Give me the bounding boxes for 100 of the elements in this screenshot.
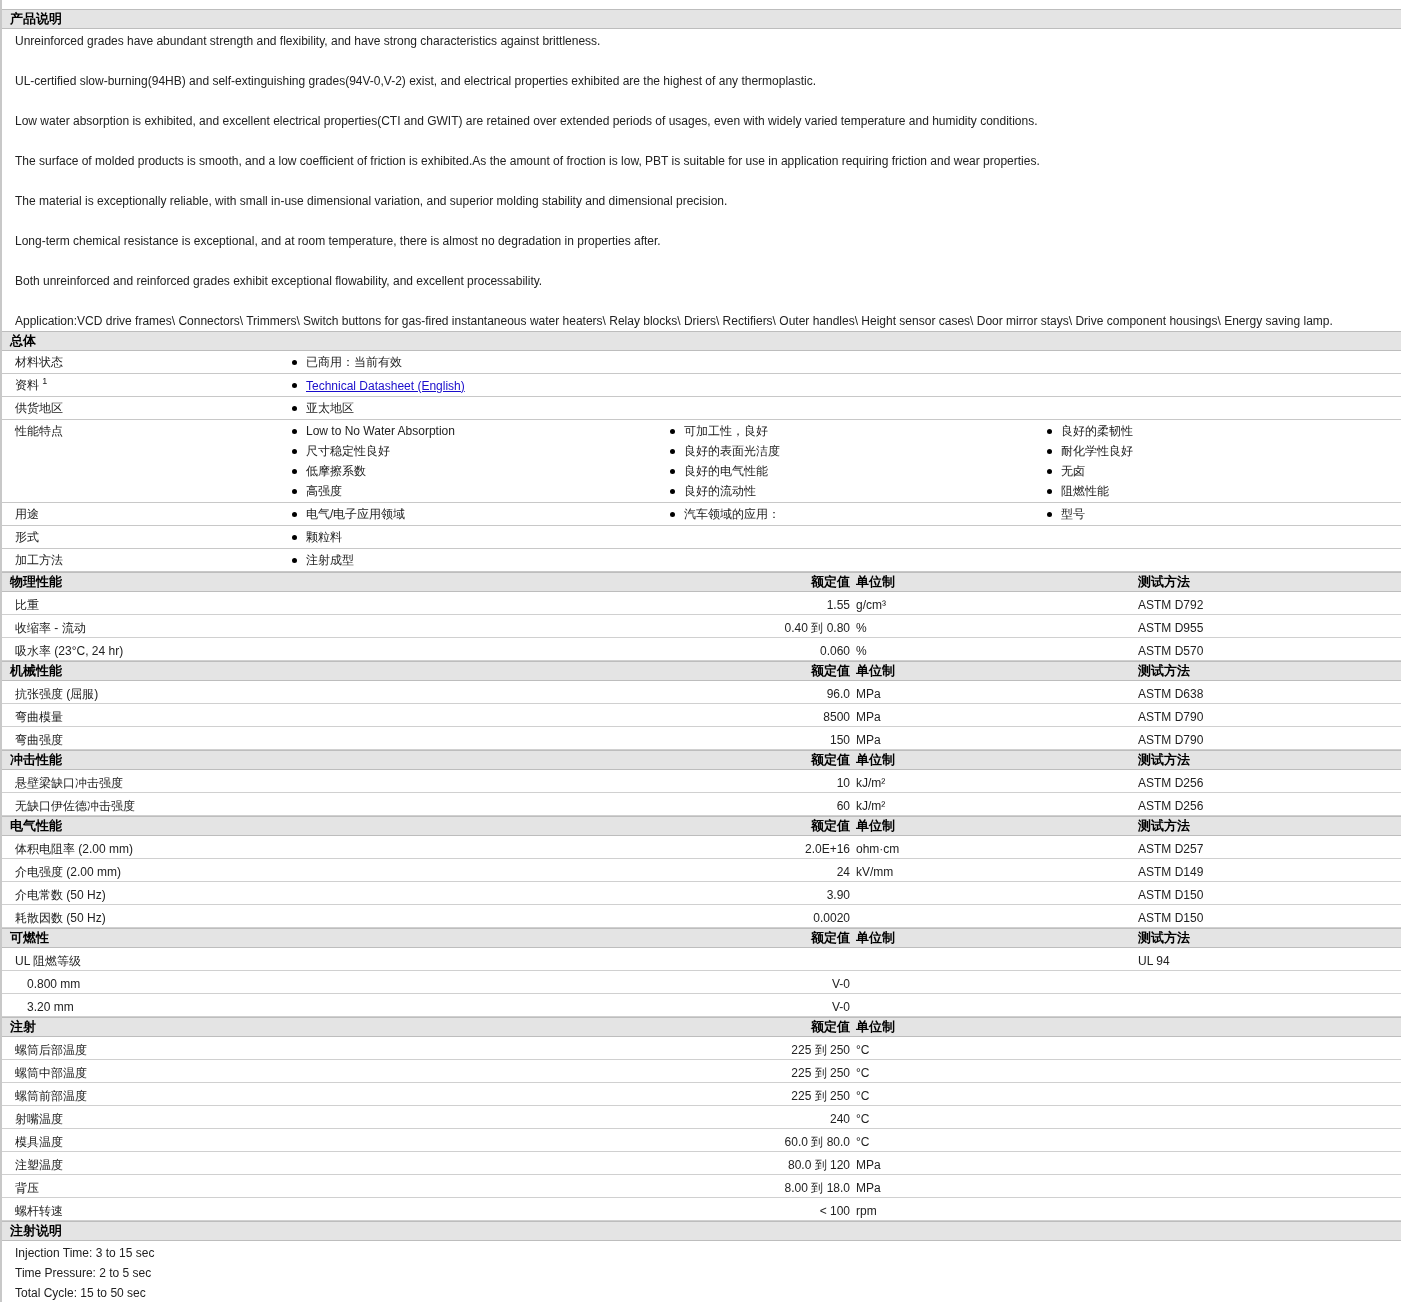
- property-value: 0.060: [819, 643, 851, 660]
- test-method: ASTM D955: [1138, 620, 1204, 637]
- description-text: Total Cycle: 15 to 50 sec: [14, 1285, 147, 1302]
- property-unit: g/cm³: [856, 597, 886, 614]
- property-unit: kJ/m²: [856, 775, 886, 792]
- bullet-icon: [292, 469, 297, 474]
- property-value: 240: [829, 1111, 851, 1128]
- feature-text: 高强度: [306, 483, 342, 500]
- property-unit: °C: [856, 1111, 870, 1128]
- test-method: ASTM D256: [1138, 775, 1204, 792]
- feature-text: 可加工性，良好: [684, 423, 768, 440]
- section-title: 注射: [10, 1018, 36, 1036]
- property-unit: MPa: [856, 1157, 881, 1174]
- column-heading: 额定值: [811, 662, 851, 680]
- section-title: 物理性能: [10, 573, 62, 591]
- property-value: 0.0020: [813, 910, 851, 927]
- column-heading: 测试方法: [1138, 817, 1190, 835]
- property-unit: °C: [856, 1088, 870, 1105]
- feature-text: 注射成型: [306, 552, 354, 569]
- property-name: 背压: [15, 1180, 39, 1197]
- bullet-icon: [670, 469, 675, 474]
- test-method: ASTM D790: [1138, 709, 1204, 726]
- property-name: UL 阻燃等级: [15, 953, 82, 970]
- property-value: 60.0 到 80.0: [784, 1134, 851, 1151]
- feature-text: 亚太地区: [306, 400, 354, 417]
- column-heading: 单位制: [856, 1018, 895, 1036]
- feature-text: 阻燃性能: [1061, 483, 1109, 500]
- property-unit: MPa: [856, 1180, 881, 1197]
- feature-text: 型号: [1061, 506, 1085, 523]
- bullet-icon: [670, 449, 675, 454]
- row-label: 性能特点: [15, 423, 64, 440]
- feature-text: 已商用：当前有效: [306, 354, 402, 371]
- property-name: 螺筒前部温度: [15, 1088, 87, 1105]
- description-text: Injection Time: 3 to 15 sec: [14, 1245, 156, 1262]
- property-unit: MPa: [856, 686, 881, 703]
- row-label: 供货地区: [15, 400, 64, 417]
- property-value: 80.0 到 120: [787, 1157, 851, 1174]
- row-label: 形式: [15, 529, 40, 546]
- column-heading: 测试方法: [1138, 929, 1190, 947]
- property-value: 10: [836, 775, 851, 792]
- bullet-icon: [670, 429, 675, 434]
- feature-text: 无卤: [1061, 463, 1085, 480]
- description-text: Time Pressure: 2 to 5 sec: [14, 1265, 153, 1282]
- property-value: 96.0: [826, 686, 851, 703]
- description-text: Unreinforced grades have abundant strength and flexibility, and have strong characteristics against brittleness.: [14, 33, 602, 50]
- property-unit: °C: [856, 1134, 870, 1151]
- datasheet-link[interactable]: Technical Datasheet (English): [306, 378, 465, 393]
- description-text: Long-term chemical resistance is exceptional, and at room temperature, there is almost no degradation in properties after.: [14, 233, 662, 250]
- bullet-icon: [1047, 512, 1052, 517]
- property-name: 收缩率 - 流动: [15, 620, 86, 637]
- test-method: ASTM D150: [1138, 910, 1204, 927]
- property-name: 比重: [15, 597, 39, 614]
- description-text: Low water absorption is exhibited, and excellent electrical properties(CTI and GWIT) are retained over extended periods of usages, even with widely varied temperature and humidity conditions.: [14, 113, 1039, 130]
- property-name: 弯曲模量: [15, 709, 63, 726]
- description-text: The surface of molded products is smooth, and a low coefficient of friction is exhibited.As the amount of froction is low, PBT is suitable for use in application requiring friction and wear properties.: [14, 153, 1041, 170]
- test-method: ASTM D638: [1138, 686, 1204, 703]
- property-name: 体积电阻率 (2.00 mm): [15, 841, 133, 858]
- row-label: 用途: [15, 506, 40, 523]
- property-unit: %: [856, 620, 867, 637]
- property-value: 225 到 250: [791, 1088, 851, 1105]
- bullet-icon: [1047, 429, 1052, 434]
- property-value: 24: [836, 864, 851, 881]
- feature-text: Low to No Water Absorption: [306, 423, 455, 440]
- test-method: ASTM D790: [1138, 732, 1204, 749]
- property-name: 螺筒后部温度: [15, 1042, 87, 1059]
- bullet-icon: [292, 558, 297, 563]
- bullet-icon: [1047, 489, 1052, 494]
- feature-text: 电气/电子应用领域: [306, 506, 406, 523]
- property-name: 螺杆转速: [15, 1203, 63, 1220]
- property-value: 150: [829, 732, 851, 749]
- property-value: 2.0E+16: [804, 841, 851, 858]
- property-unit: °C: [856, 1042, 870, 1059]
- description-text: Both unreinforced and reinforced grades exhibit exceptional flowability, and excellent processability.: [14, 273, 544, 290]
- property-name: 抗张强度 (屈服): [15, 686, 99, 703]
- test-method: ASTM D256: [1138, 798, 1204, 815]
- feature-text: 耐化学性良好: [1061, 443, 1133, 460]
- test-method: ASTM D150: [1138, 887, 1204, 904]
- bullet-icon: [670, 489, 675, 494]
- property-name: 弯曲强度: [15, 732, 63, 749]
- bullet-icon: [1047, 469, 1052, 474]
- column-heading: 测试方法: [1138, 751, 1190, 769]
- property-unit: rpm: [856, 1203, 877, 1220]
- property-unit: MPa: [856, 732, 881, 749]
- test-method: ASTM D570: [1138, 643, 1204, 660]
- description-text: Application:VCD drive frames\ Connectors\ Trimmers\ Switch buttons for gas-fired instantaneous water heaters\ Relay blocks\ Driers\ Rectifiers\ Outer handles\ Height sensor cases\ Door mirror stays\ Drive component housings\ Energy saving lamp.: [14, 313, 1334, 330]
- column-heading: 测试方法: [1138, 662, 1190, 680]
- bullet-icon: [292, 449, 297, 454]
- section-title: 机械性能: [10, 662, 62, 680]
- bullet-icon: [292, 406, 297, 411]
- column-heading: 额定值: [811, 1018, 851, 1036]
- section-title: 产品说明: [10, 10, 62, 28]
- property-name: 螺筒中部温度: [15, 1065, 87, 1082]
- row-label: 材料状态: [15, 354, 64, 371]
- test-method: UL 94: [1138, 953, 1170, 970]
- property-name: 介电常数 (50 Hz): [15, 887, 106, 904]
- property-value: 8.00 到 18.0: [784, 1180, 851, 1197]
- property-value: 8500: [823, 709, 851, 726]
- bullet-icon: [292, 360, 297, 365]
- feature-text: 良好的表面光洁度: [684, 443, 780, 460]
- description-text: The material is exceptionally reliable, with small in-use dimensional variation, and superior molding stability and dimensional precision.: [14, 193, 729, 210]
